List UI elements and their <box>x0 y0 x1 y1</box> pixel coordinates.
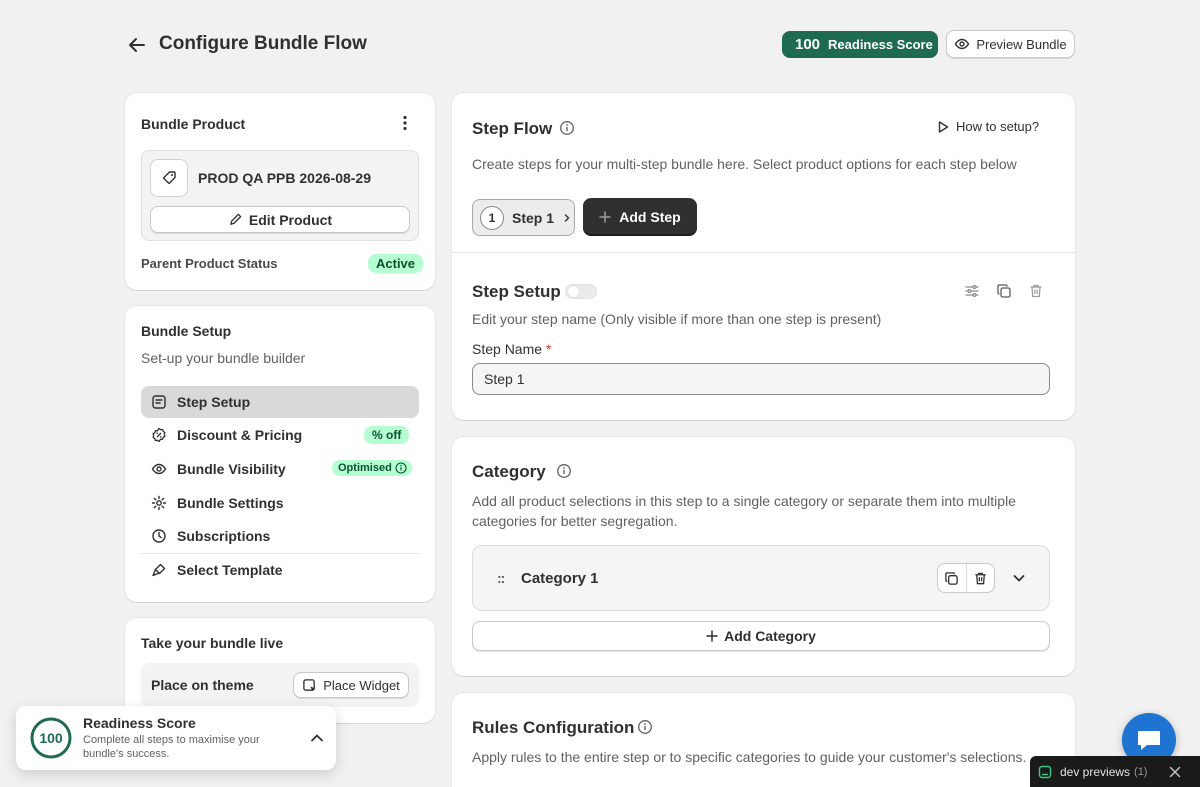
step-name-label: Step Name * <box>472 341 552 357</box>
add-step-button[interactable]: Add Step <box>583 198 697 236</box>
how-to-setup-link[interactable]: How to setup? <box>936 119 1039 134</box>
step-name-input[interactable]: Step 1 <box>472 363 1050 395</box>
add-category-button[interactable]: Add Category <box>472 621 1050 651</box>
discount-icon <box>151 427 167 443</box>
readiness-score-pill[interactable]: 100 Readiness Score <box>782 31 938 58</box>
pencil-icon <box>228 212 243 227</box>
bundle-product-title: Bundle Product <box>141 116 246 132</box>
category-description: Add all product selections in this step … <box>472 493 1016 529</box>
menu-item-label: Select Template <box>177 562 283 578</box>
place-widget-label: Place Widget <box>323 677 400 693</box>
category-item-label: Category 1 <box>521 570 599 587</box>
bundle-setup-title: Bundle Setup <box>141 323 232 339</box>
parent-status-label: Parent Product Status <box>141 256 278 271</box>
rules-description: Apply rules to the entire step or to spe… <box>472 749 1027 765</box>
place-widget-button[interactable]: Place Widget <box>293 672 409 698</box>
edit-product-button[interactable]: Edit Product <box>150 206 410 233</box>
close-icon[interactable] <box>1169 766 1181 778</box>
menu-item-label: Step Setup <box>177 394 251 410</box>
play-icon <box>936 120 950 134</box>
chat-icon <box>1135 727 1163 753</box>
tag-icon <box>161 170 177 186</box>
go-live-title: Take your bundle live <box>141 635 284 651</box>
eye-icon <box>151 461 167 477</box>
rules-title: Rules Configuration <box>472 718 635 737</box>
category-trash-icon[interactable] <box>967 564 995 592</box>
menu-item-select-template[interactable]: Select Template <box>141 554 419 586</box>
menu-item-step-setup[interactable]: Step Setup <box>141 386 419 418</box>
menu-item-subscriptions[interactable]: Subscriptions <box>141 520 419 552</box>
add-category-label: Add Category <box>724 628 816 644</box>
optimised-badge: Optimised <box>332 460 412 476</box>
preview-bundle-label: Preview Bundle <box>976 36 1067 52</box>
clock-icon <box>151 528 167 544</box>
status-badge: Active <box>368 254 424 273</box>
dev-previews-bar[interactable]: dev previews (1) <box>1030 756 1200 787</box>
step-flow-description: Create steps for your multi-step bundle … <box>472 156 1017 172</box>
menu-item-label: Bundle Settings <box>177 495 284 511</box>
menu-item-label: Subscriptions <box>177 528 271 544</box>
step-chip[interactable]: 1 Step 1 <box>472 199 575 236</box>
step-setup-toggle[interactable] <box>565 284 597 299</box>
plus-icon <box>706 630 718 642</box>
menu-item-label: Bundle Visibility <box>177 461 286 477</box>
info-icon[interactable] <box>637 719 653 735</box>
adjust-icon[interactable] <box>961 280 983 302</box>
info-icon <box>395 462 407 474</box>
info-icon[interactable] <box>556 463 572 479</box>
chevron-down-icon[interactable] <box>1011 570 1027 586</box>
dev-preview-icon <box>1038 765 1052 779</box>
discount-badge: % off <box>364 426 410 444</box>
readiness-toast-description: Complete all steps to maximise your bund… <box>83 734 260 760</box>
trash-icon[interactable] <box>1025 280 1047 302</box>
eye-icon <box>954 36 970 52</box>
paint-brush-icon <box>151 562 167 578</box>
category-action-group <box>937 563 995 593</box>
section-divider <box>452 252 1075 253</box>
widget-icon <box>302 678 317 693</box>
dev-previews-label: dev previews <box>1060 764 1131 779</box>
duplicate-icon[interactable] <box>993 280 1015 302</box>
page-title: Configure Bundle Flow <box>159 33 367 54</box>
bundle-setup-subtitle: Set-up your bundle builder <box>141 350 306 366</box>
plus-icon <box>599 211 612 223</box>
product-name: PROD QA PPB 2026-08-29 <box>198 170 371 186</box>
step-number: 1 <box>480 205 504 230</box>
more-vertical-icon[interactable] <box>396 114 414 132</box>
step-setup-title: Step Setup <box>472 282 561 301</box>
add-step-label: Add Step <box>619 209 681 225</box>
drag-handle-icon[interactable]: :: <box>497 570 505 586</box>
back-arrow-icon[interactable] <box>126 34 148 56</box>
place-on-theme-label: Place on theme <box>151 677 254 693</box>
preview-bundle-button[interactable]: Preview Bundle <box>946 30 1075 58</box>
rules-card <box>452 693 1075 787</box>
step-flow-title: Step Flow <box>472 119 553 138</box>
gear-icon <box>151 495 167 511</box>
chevron-right-icon <box>562 213 572 223</box>
info-icon[interactable] <box>559 120 575 136</box>
optimised-label: Optimised <box>338 462 392 474</box>
step-setup-description: Edit your step name (Only visible if mor… <box>472 311 882 327</box>
required-mark: * <box>545 341 552 357</box>
readiness-score-value: 100 <box>795 36 821 53</box>
list-check-icon <box>151 394 167 410</box>
readiness-toast-title: Readiness Score <box>83 715 196 731</box>
readiness-score-label: Readiness Score <box>828 37 933 52</box>
readiness-ring-value: 100 <box>39 730 63 746</box>
step-chip-label: Step 1 <box>512 209 555 226</box>
category-title: Category <box>472 462 546 481</box>
product-thumbnail <box>150 159 188 197</box>
menu-item-label: Discount & Pricing <box>177 427 303 443</box>
category-duplicate-icon[interactable] <box>938 564 967 592</box>
menu-item-bundle-settings[interactable]: Bundle Settings <box>141 487 419 519</box>
dev-previews-count: (1) <box>1134 765 1148 778</box>
step-name-value: Step 1 <box>484 371 525 387</box>
how-to-setup-label: How to setup? <box>956 119 1040 134</box>
chevron-up-icon[interactable] <box>308 729 326 747</box>
edit-product-label: Edit Product <box>248 211 333 228</box>
